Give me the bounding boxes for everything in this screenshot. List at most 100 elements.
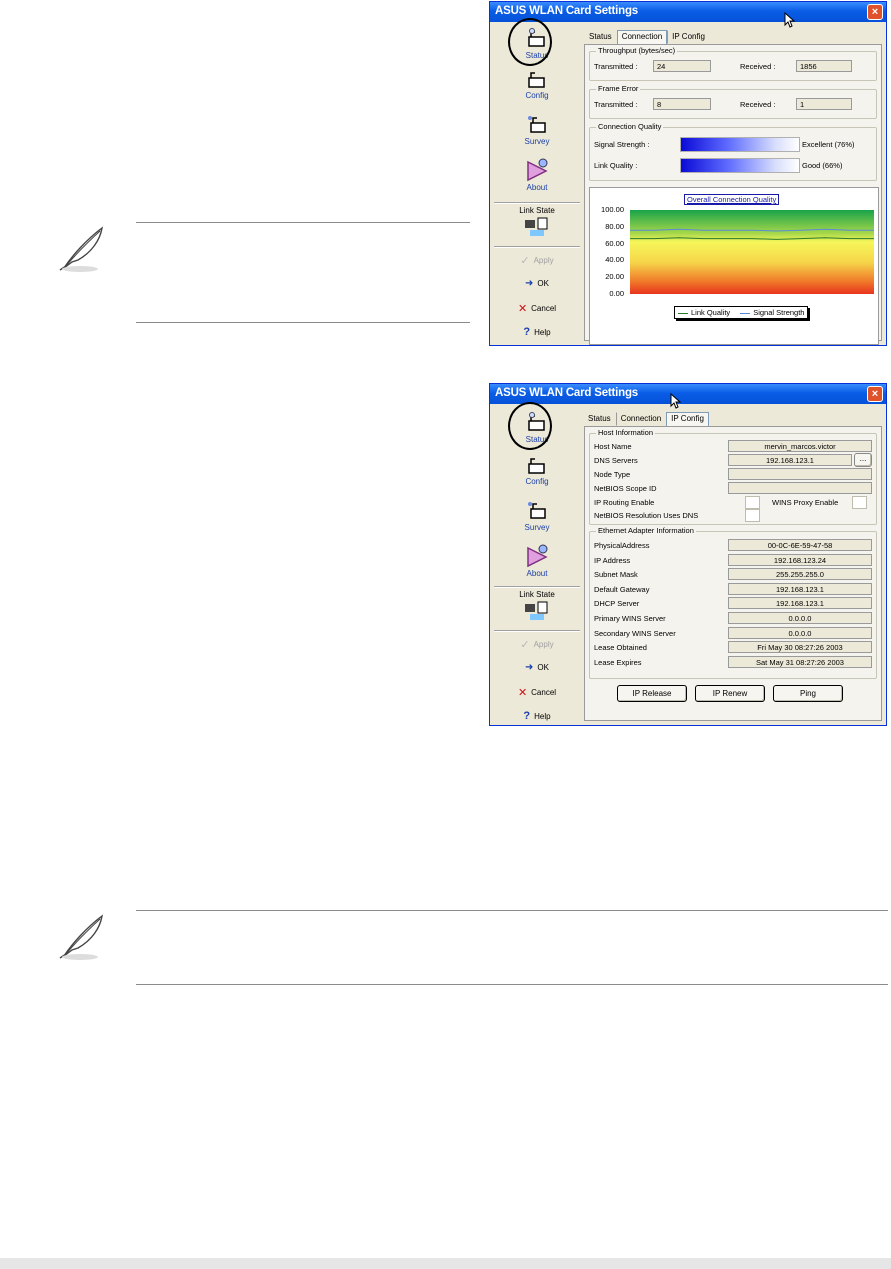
link-quality-text: Good (66%): [802, 161, 843, 170]
link-state-icon: [525, 217, 548, 236]
wlan-settings-window: ASUS WLAN Card Settings × Status Config …: [489, 1, 887, 346]
tab-ip-config[interactable]: IP Config: [667, 30, 710, 44]
legend-item-signal-strength: Signal Strength: [740, 308, 804, 317]
sidebar-item-config[interactable]: Config: [494, 456, 580, 486]
ethernet-adapter-title: Ethernet Adapter Information: [596, 526, 696, 535]
link-state-icon: [525, 601, 548, 620]
sidebar-item-label: About: [526, 183, 548, 192]
adapter-row-label: Secondary WINS Server: [594, 628, 676, 638]
node-type-value: [728, 468, 872, 480]
adapter-row-label: Lease Expires: [594, 657, 642, 667]
tab-ip-config[interactable]: IP Config: [666, 412, 709, 426]
adapter-row-value: 0.0.0.0: [728, 626, 872, 639]
signal-strength-text: Excellent (76%): [802, 140, 855, 149]
apply-label: Apply: [533, 640, 554, 649]
title-bar[interactable]: ASUS WLAN Card Settings ×: [490, 384, 886, 404]
ok-icon: ➜: [525, 278, 534, 289]
y-tick-label: 60.00: [605, 238, 624, 248]
note-bottom-rule: [136, 322, 470, 323]
help-label: Help: [534, 327, 551, 337]
adapter-row-label: IP Address: [594, 555, 631, 565]
note-bottom-rule: [136, 984, 888, 985]
sidebar-item-label: Config: [525, 477, 549, 486]
received-label: Received :: [740, 100, 776, 109]
apply-button[interactable]: ✓ Apply: [494, 254, 580, 267]
close-button[interactable]: ×: [867, 4, 883, 20]
tab-strip: Status Connection IP Config: [584, 412, 709, 426]
chart-title: Overall Connection Quality: [684, 194, 780, 205]
connection-quality-title: Connection Quality: [596, 122, 664, 131]
highlight-circle: [508, 402, 552, 450]
chart-legend: Link Quality Signal Strength: [674, 306, 809, 319]
sidebar-item-config[interactable]: Config: [494, 70, 580, 100]
adapter-row-value: 192.168.123.24: [728, 553, 872, 566]
sidebar-item-survey[interactable]: Survey: [494, 500, 580, 532]
ip-config-panel: Host Information Host Name mervin_marcos…: [584, 426, 882, 721]
ok-button[interactable]: ➜ OK: [494, 662, 580, 673]
link-state: Link State: [494, 206, 580, 240]
ok-label: OK: [537, 663, 549, 672]
sidebar-item-about[interactable]: About: [494, 544, 580, 578]
host-name-value: mervin_marcos.victor: [728, 440, 872, 452]
frame-error-title: Frame Error: [596, 84, 641, 93]
ip-renew-button[interactable]: IP Renew: [695, 685, 765, 702]
adapter-row-value: 192.168.123.1: [728, 597, 872, 610]
question-icon: ?: [523, 710, 531, 722]
tab-status[interactable]: Status: [584, 30, 617, 44]
checkmark-icon: ✓: [520, 639, 530, 651]
link-quality-bar: [680, 158, 800, 173]
legend-label: Link Quality: [691, 308, 731, 317]
help-button[interactable]: ? Help: [494, 326, 580, 338]
sidebar-item-about[interactable]: About: [494, 158, 580, 192]
ok-icon: ➜: [525, 662, 534, 673]
adapter-row-label: Lease Obtained: [594, 643, 647, 653]
transmitted-label: Transmitted :: [594, 62, 638, 71]
y-tick-label: 20.00: [605, 272, 624, 282]
dns-more-button[interactable]: ...: [854, 453, 872, 467]
legend-swatch: [678, 312, 688, 314]
throughput-group: Throughput (bytes/sec) Transmitted : 24 …: [589, 46, 877, 81]
survey-icon: [528, 502, 546, 519]
legend-label: Signal Strength: [753, 308, 805, 317]
adapter-row-value: 192.168.123.1: [728, 582, 872, 595]
sidebar-divider: [494, 586, 580, 588]
tab-connection[interactable]: Connection: [616, 30, 668, 44]
frame-error-received-value: 1: [796, 98, 852, 110]
adapter-row-value: Fri May 30 08:27:26 2003: [728, 641, 872, 654]
link-quality-label: Link Quality :: [594, 161, 638, 170]
y-tick-label: 0.00: [609, 289, 624, 298]
main-panel: Status Connection IP Config Host Informa…: [584, 408, 882, 721]
node-type-label: Node Type: [594, 470, 631, 479]
netbios-scope-value: [728, 482, 872, 494]
ping-button[interactable]: Ping: [773, 685, 843, 702]
ip-routing-checkbox[interactable]: [745, 496, 760, 509]
netbios-dns-checkbox[interactable]: [745, 509, 760, 522]
sidebar-divider: [494, 630, 580, 632]
apply-button[interactable]: ✓ Apply: [494, 638, 580, 651]
close-button[interactable]: ×: [867, 386, 883, 402]
sidebar-item-survey[interactable]: Survey: [494, 114, 580, 146]
title-bar[interactable]: ASUS WLAN Card Settings ×: [490, 2, 886, 22]
cancel-button[interactable]: ✕ Cancel: [494, 686, 580, 699]
main-panel: Status Connection IP Config Throughput (…: [584, 26, 882, 345]
apply-label: Apply: [533, 256, 554, 265]
signal-strength-bar: [680, 137, 800, 152]
y-tick-label: 80.00: [605, 221, 624, 231]
ok-button[interactable]: ➜ OK: [494, 278, 580, 289]
adapter-row-label: PhysicalAddress: [594, 541, 650, 550]
netbios-scope-label: NetBIOS Scope ID: [594, 484, 657, 493]
ip-release-button[interactable]: IP Release: [617, 685, 687, 702]
quality-chart: Overall Connection Quality 100.00 80.00 60…: [589, 187, 879, 345]
x-icon: ✕: [517, 303, 528, 315]
tab-status[interactable]: Status: [584, 412, 616, 426]
ip-routing-label: IP Routing Enable: [594, 498, 655, 507]
frame-error-group: Frame Error Transmitted : 8 Received : 1: [589, 84, 877, 119]
tab-connection[interactable]: Connection: [615, 412, 666, 426]
help-button[interactable]: ? Help: [494, 710, 580, 722]
ethernet-adapter-group: Ethernet Adapter Information PhysicalAdd…: [589, 526, 877, 679]
frame-error-transmitted-value: 8: [653, 98, 711, 110]
wins-proxy-checkbox[interactable]: [852, 496, 867, 509]
tab-strip: Status Connection IP Config: [584, 30, 710, 44]
cancel-button[interactable]: ✕ Cancel: [494, 302, 580, 315]
adapter-row-value: Sat May 31 08:27:26 2003: [728, 655, 872, 668]
